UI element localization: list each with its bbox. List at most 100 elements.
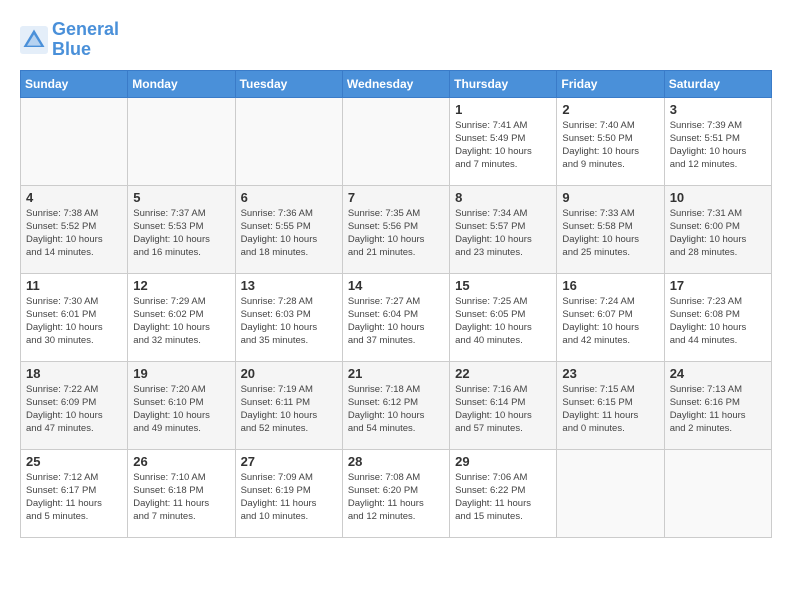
calendar-cell: 8 Sunrise: 7:34 AM Sunset: 5:57 PM Daylig… — [450, 185, 557, 273]
calendar-header-row: SundayMondayTuesdayWednesdayThursdayFrid… — [21, 70, 772, 97]
calendar-cell — [664, 449, 771, 537]
day-number: 26 — [133, 454, 229, 469]
day-info: Sunrise: 7:25 AM Sunset: 6:05 PM Dayligh… — [455, 295, 551, 348]
day-info: Sunrise: 7:15 AM Sunset: 6:15 PM Dayligh… — [562, 383, 658, 436]
day-info: Sunrise: 7:27 AM Sunset: 6:04 PM Dayligh… — [348, 295, 444, 348]
day-number: 22 — [455, 366, 551, 381]
day-info: Sunrise: 7:34 AM Sunset: 5:57 PM Dayligh… — [455, 207, 551, 260]
day-number: 3 — [670, 102, 766, 117]
logo: General Blue — [20, 20, 119, 60]
day-number: 27 — [241, 454, 337, 469]
calendar-cell: 12Sunrise: 7:29 AM Sunset: 6:02 PM Dayli… — [128, 273, 235, 361]
calendar-week-3: 11 Sunrise: 7:30 AM Sunset: 6:01 PM Dayli… — [21, 273, 772, 361]
day-info: Sunrise: 7:40 AM Sunset: 5:50 PM Dayligh… — [562, 119, 658, 172]
calendar-cell: 2 Sunrise: 7:40 AM Sunset: 5:50 PM Daylig… — [557, 97, 664, 185]
day-number: 24 — [670, 366, 766, 381]
col-header-wednesday: Wednesday — [342, 70, 449, 97]
day-number: 20 — [241, 366, 337, 381]
calendar-cell — [235, 97, 342, 185]
day-info: Sunrise: 7:37 AM Sunset: 5:53 PM Dayligh… — [133, 207, 229, 260]
day-number: 21 — [348, 366, 444, 381]
day-number: 12 — [133, 278, 229, 293]
day-number: 5 — [133, 190, 229, 205]
day-info: Sunrise: 7:20 AM Sunset: 6:10 PM Dayligh… — [133, 383, 229, 436]
calendar-cell: 1 Sunrise: 7:41 AM Sunset: 5:49 PM Daylig… — [450, 97, 557, 185]
day-info: Sunrise: 7:16 AM Sunset: 6:14 PM Dayligh… — [455, 383, 551, 436]
day-info: Sunrise: 7:19 AM Sunset: 6:11 PM Dayligh… — [241, 383, 337, 436]
day-number: 18 — [26, 366, 122, 381]
day-number: 13 — [241, 278, 337, 293]
calendar-week-2: 4 Sunrise: 7:38 AM Sunset: 5:52 PM Daylig… — [21, 185, 772, 273]
calendar-cell: 19 Sunrise: 7:20 AM Sunset: 6:10 PM Dayli… — [128, 361, 235, 449]
day-number: 2 — [562, 102, 658, 117]
calendar-cell: 9 Sunrise: 7:33 AM Sunset: 5:58 PM Daylig… — [557, 185, 664, 273]
day-number: 10 — [670, 190, 766, 205]
day-info: Sunrise: 7:33 AM Sunset: 5:58 PM Dayligh… — [562, 207, 658, 260]
day-number: 17 — [670, 278, 766, 293]
calendar-week-5: 25Sunrise: 7:12 AM Sunset: 6:17 PM Dayli… — [21, 449, 772, 537]
day-info: Sunrise: 7:39 AM Sunset: 5:51 PM Dayligh… — [670, 119, 766, 172]
calendar-week-4: 18 Sunrise: 7:22 AM Sunset: 6:09 PM Dayli… — [21, 361, 772, 449]
day-info: Sunrise: 7:23 AM Sunset: 6:08 PM Dayligh… — [670, 295, 766, 348]
day-info: Sunrise: 7:35 AM Sunset: 5:56 PM Dayligh… — [348, 207, 444, 260]
calendar-cell: 22 Sunrise: 7:16 AM Sunset: 6:14 PM Dayli… — [450, 361, 557, 449]
day-info: Sunrise: 7:10 AM Sunset: 6:18 PM Dayligh… — [133, 471, 229, 524]
day-info: Sunrise: 7:24 AM Sunset: 6:07 PM Dayligh… — [562, 295, 658, 348]
calendar-cell: 24 Sunrise: 7:13 AM Sunset: 6:16 PM Dayli… — [664, 361, 771, 449]
col-header-thursday: Thursday — [450, 70, 557, 97]
page-header: General Blue — [20, 20, 772, 60]
calendar-cell: 15 Sunrise: 7:25 AM Sunset: 6:05 PM Dayli… — [450, 273, 557, 361]
day-number: 28 — [348, 454, 444, 469]
col-header-sunday: Sunday — [21, 70, 128, 97]
col-header-saturday: Saturday — [664, 70, 771, 97]
calendar-cell: 5 Sunrise: 7:37 AM Sunset: 5:53 PM Daylig… — [128, 185, 235, 273]
day-number: 8 — [455, 190, 551, 205]
calendar-cell — [21, 97, 128, 185]
calendar-cell: 29Sunrise: 7:06 AM Sunset: 6:22 PM Dayli… — [450, 449, 557, 537]
calendar-table: SundayMondayTuesdayWednesdayThursdayFrid… — [20, 70, 772, 538]
calendar-cell: 4 Sunrise: 7:38 AM Sunset: 5:52 PM Daylig… — [21, 185, 128, 273]
logo-text: General Blue — [52, 20, 119, 60]
day-info: Sunrise: 7:28 AM Sunset: 6:03 PM Dayligh… — [241, 295, 337, 348]
day-number: 1 — [455, 102, 551, 117]
calendar-cell: 20 Sunrise: 7:19 AM Sunset: 6:11 PM Dayli… — [235, 361, 342, 449]
day-info: Sunrise: 7:13 AM Sunset: 6:16 PM Dayligh… — [670, 383, 766, 436]
day-number: 19 — [133, 366, 229, 381]
day-number: 15 — [455, 278, 551, 293]
day-info: Sunrise: 7:31 AM Sunset: 6:00 PM Dayligh… — [670, 207, 766, 260]
calendar-cell — [557, 449, 664, 537]
calendar-week-1: 1 Sunrise: 7:41 AM Sunset: 5:49 PM Daylig… — [21, 97, 772, 185]
day-info: Sunrise: 7:12 AM Sunset: 6:17 PM Dayligh… — [26, 471, 122, 524]
day-number: 23 — [562, 366, 658, 381]
calendar-cell: 18 Sunrise: 7:22 AM Sunset: 6:09 PM Dayli… — [21, 361, 128, 449]
day-info: Sunrise: 7:38 AM Sunset: 5:52 PM Dayligh… — [26, 207, 122, 260]
day-info: Sunrise: 7:22 AM Sunset: 6:09 PM Dayligh… — [26, 383, 122, 436]
calendar-cell: 17 Sunrise: 7:23 AM Sunset: 6:08 PM Dayli… — [664, 273, 771, 361]
calendar-cell: 28 Sunrise: 7:08 AM Sunset: 6:20 PM Dayli… — [342, 449, 449, 537]
calendar-cell: 27Sunrise: 7:09 AM Sunset: 6:19 PM Dayli… — [235, 449, 342, 537]
col-header-monday: Monday — [128, 70, 235, 97]
day-info: Sunrise: 7:18 AM Sunset: 6:12 PM Dayligh… — [348, 383, 444, 436]
day-info: Sunrise: 7:08 AM Sunset: 6:20 PM Dayligh… — [348, 471, 444, 524]
day-info: Sunrise: 7:30 AM Sunset: 6:01 PM Dayligh… — [26, 295, 122, 348]
day-number: 6 — [241, 190, 337, 205]
calendar-cell: 11 Sunrise: 7:30 AM Sunset: 6:01 PM Dayli… — [21, 273, 128, 361]
logo-icon — [20, 26, 48, 54]
calendar-cell: 25Sunrise: 7:12 AM Sunset: 6:17 PM Dayli… — [21, 449, 128, 537]
col-header-friday: Friday — [557, 70, 664, 97]
calendar-cell: 23 Sunrise: 7:15 AM Sunset: 6:15 PM Dayli… — [557, 361, 664, 449]
calendar-cell: 21 Sunrise: 7:18 AM Sunset: 6:12 PM Dayli… — [342, 361, 449, 449]
day-number: 14 — [348, 278, 444, 293]
col-header-tuesday: Tuesday — [235, 70, 342, 97]
day-info: Sunrise: 7:41 AM Sunset: 5:49 PM Dayligh… — [455, 119, 551, 172]
calendar-cell — [128, 97, 235, 185]
day-number: 4 — [26, 190, 122, 205]
day-number: 7 — [348, 190, 444, 205]
calendar-cell: 14 Sunrise: 7:27 AM Sunset: 6:04 PM Dayli… — [342, 273, 449, 361]
calendar-cell: 16Sunrise: 7:24 AM Sunset: 6:07 PM Dayli… — [557, 273, 664, 361]
day-info: Sunrise: 7:36 AM Sunset: 5:55 PM Dayligh… — [241, 207, 337, 260]
calendar-cell: 10 Sunrise: 7:31 AM Sunset: 6:00 PM Dayli… — [664, 185, 771, 273]
day-number: 9 — [562, 190, 658, 205]
day-number: 11 — [26, 278, 122, 293]
calendar-cell: 13 Sunrise: 7:28 AM Sunset: 6:03 PM Dayli… — [235, 273, 342, 361]
